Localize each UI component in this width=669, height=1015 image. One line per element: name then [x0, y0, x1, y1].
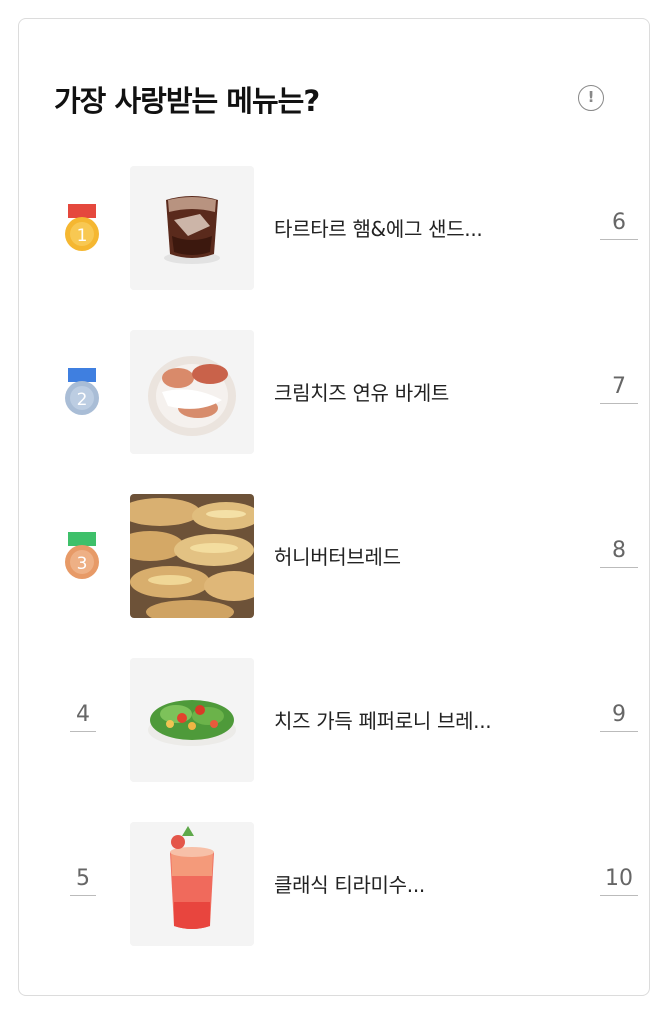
rank-number: 8: [600, 538, 638, 568]
info-icon[interactable]: !: [578, 85, 604, 111]
list-item[interactable]: 5 클래식 티라미수... 10: [0, 822, 669, 946]
rank-number: 6: [600, 210, 638, 240]
menu-thumbnail[interactable]: [130, 166, 254, 290]
list-item[interactable]: 1 타르타르 햄&에그 샌드... 6: [0, 166, 669, 290]
rank-number: 7: [600, 374, 638, 404]
menu-thumbnail[interactable]: [130, 494, 254, 618]
menu-thumbnail[interactable]: [130, 658, 254, 782]
list-item[interactable]: 2 크림치즈 연유 바게트 7: [0, 330, 669, 454]
menu-name: 치즈 가득 페퍼로니 브레...: [274, 709, 492, 733]
menu-name: 크림치즈 연유 바게트: [274, 381, 450, 405]
rank-number: 10: [600, 866, 638, 896]
menu-name: 클래식 티라미수...: [274, 873, 425, 897]
silver-medal-icon: 2: [65, 368, 99, 415]
list-item[interactable]: 3 허니버터브레드 8: [0, 494, 669, 618]
menu-name: 타르타르 햄&에그 샌드...: [274, 217, 483, 241]
page-title: 가장 사랑받는 메뉴는?: [54, 84, 320, 118]
svg-text:3: 3: [77, 554, 88, 574]
rank-number: 4: [70, 702, 96, 732]
svg-text:1: 1: [77, 226, 88, 246]
svg-text:2: 2: [77, 390, 88, 410]
rank-number: 5: [70, 866, 96, 896]
menu-thumbnail[interactable]: [130, 822, 254, 946]
rank-number: 9: [600, 702, 638, 732]
menu-thumbnail[interactable]: [130, 330, 254, 454]
gold-medal-icon: 1: [65, 204, 99, 251]
bronze-medal-icon: 3: [65, 532, 99, 579]
list-item[interactable]: 4 치즈 가득 페퍼로니 브레... 9: [0, 658, 669, 782]
menu-name: 허니버터브레드: [274, 545, 401, 569]
